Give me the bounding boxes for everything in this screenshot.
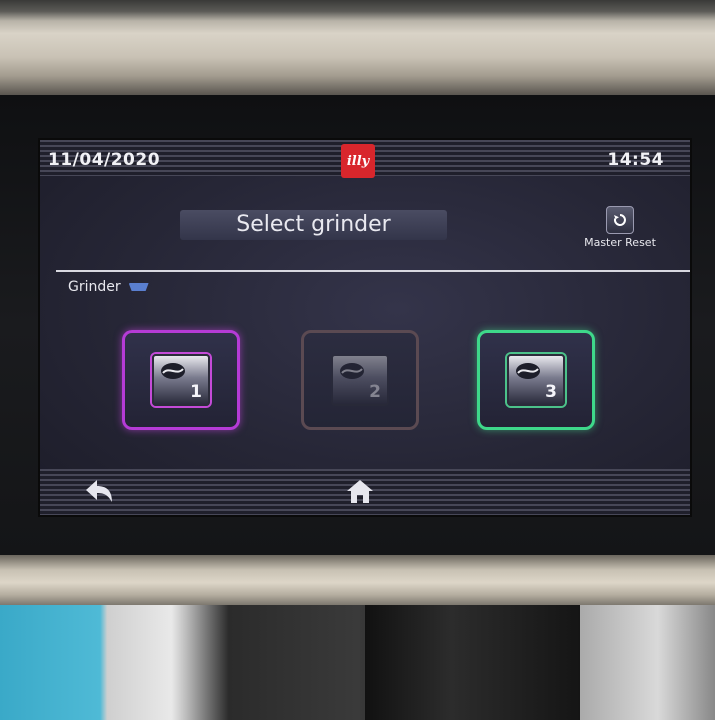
grinder-3-chip: 3 (507, 354, 565, 406)
coffee-bean-icon (516, 363, 540, 379)
grinder-1-chip: 1 (152, 354, 210, 406)
machine-bottom-frame (0, 555, 715, 605)
master-reset-label: Master Reset (584, 236, 656, 249)
grinder-label-text: Grinder (68, 279, 121, 295)
home-button[interactable] (345, 477, 375, 505)
home-icon (347, 480, 373, 503)
grinder-number: 3 (545, 382, 557, 402)
illy-logo: illy (341, 144, 375, 178)
grinder-indicator-icon (128, 283, 149, 291)
grinder-number: 2 (369, 382, 381, 402)
reset-icon (606, 206, 634, 234)
grinder-2-chip: 2 (331, 354, 389, 406)
touch-screen: 11/04/2020 illy 14:54 Select grinder Mas… (40, 140, 690, 515)
background-surroundings (0, 605, 715, 720)
date-display: 11/04/2020 (48, 150, 161, 170)
master-reset-button[interactable]: Master Reset (570, 206, 670, 250)
machine-top-frame (0, 0, 715, 95)
grinder-1-button[interactable]: 1 (122, 330, 240, 430)
grinder-3-button[interactable]: 3 (477, 330, 595, 430)
grinder-2-button[interactable]: 2 (301, 330, 419, 430)
page-title: Select grinder (180, 210, 447, 240)
coffee-bean-icon (161, 363, 185, 379)
section-divider (56, 270, 690, 272)
grinder-number: 1 (190, 382, 202, 402)
back-arrow-icon (86, 480, 112, 502)
machine-stand (365, 605, 580, 720)
back-button[interactable] (84, 477, 114, 505)
section-label: Grinder (68, 279, 149, 295)
coffee-bean-icon (340, 363, 364, 379)
time-display: 14:54 (607, 150, 664, 170)
